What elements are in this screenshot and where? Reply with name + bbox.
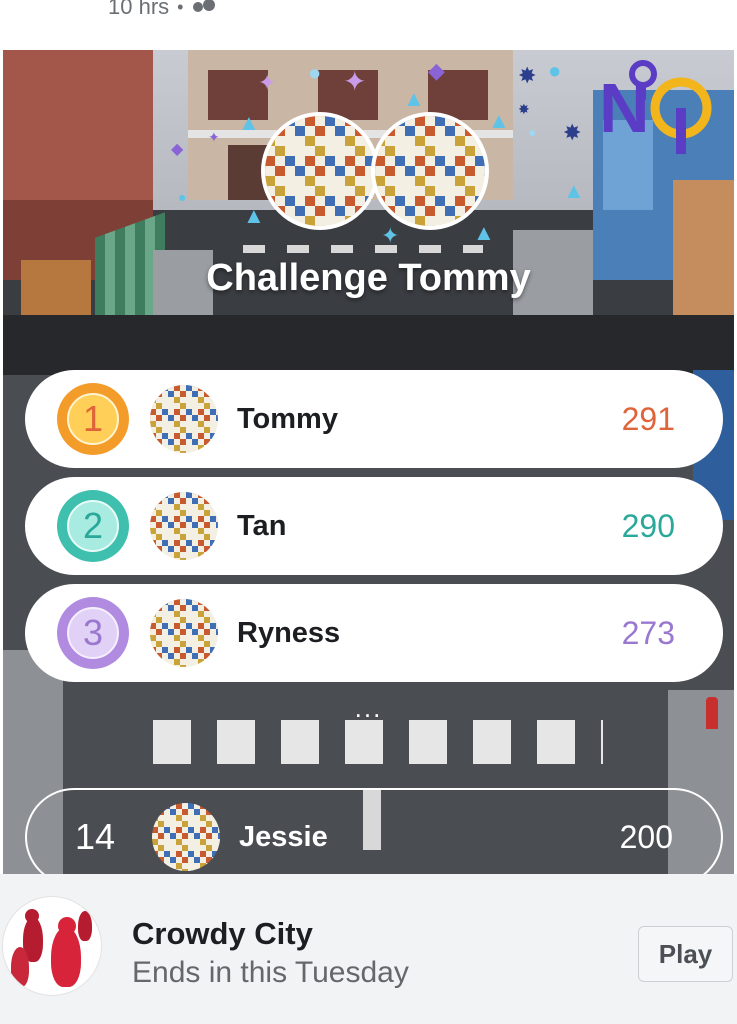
leaderboard-row[interactable]: 3 Ryness 273 [25, 584, 723, 682]
player-avatar [150, 385, 218, 453]
confetti-icon: ● [528, 124, 537, 140]
confetti-icon: ✦ [381, 223, 400, 248]
confetti-icon: ▲ [243, 203, 265, 228]
confetti-icon: ✦ [343, 66, 367, 97]
meta-separator: • [177, 0, 184, 17]
rank-medal-1: 1 [57, 383, 129, 455]
current-player-name: Jessie [239, 820, 328, 853]
confetti-icon: ✸ [518, 63, 537, 88]
more-ranks-ellipsis: ... [354, 693, 383, 723]
confetti-icon: ◆ [171, 141, 184, 158]
current-player-row[interactable]: 14 Jessie 200 [25, 788, 723, 874]
player-name: Tommy [237, 402, 338, 435]
confetti-icon: ▲ [488, 108, 510, 133]
current-player-avatar [152, 803, 220, 871]
leaderboard-row[interactable]: 2 Tan 290 [25, 477, 723, 575]
confetti-icon: ✦ [258, 70, 277, 95]
player-name: Tan [237, 509, 287, 542]
confetti-icon: ▲ [403, 86, 425, 111]
confetti-icon: ✸ [518, 101, 530, 117]
confetti-icon: ● [178, 189, 187, 205]
confetti-icon: ▲ [563, 178, 585, 203]
player-score: 291 [621, 400, 675, 437]
game-icon[interactable] [2, 896, 102, 996]
player-score: 273 [621, 614, 675, 651]
scene-crosswalk [153, 720, 603, 764]
opponent-avatar [371, 112, 489, 230]
confetti-icon: ✸ [563, 120, 582, 145]
player-avatar [150, 599, 218, 667]
player-avatar [150, 492, 218, 560]
current-player-rank: 14 [75, 816, 116, 857]
confetti-icon: ● [308, 60, 322, 85]
player-score: 290 [621, 507, 675, 544]
svg-text:N: N [599, 69, 650, 147]
rank-medal-2: 2 [57, 490, 129, 562]
rank-medal-3: 3 [57, 597, 129, 669]
game-footer: Crowdy City Ends in this Tuesday Play [0, 874, 737, 1024]
game-subtitle: Ends in this Tuesday [132, 956, 409, 989]
post-time[interactable]: 10 hrs [108, 0, 169, 20]
player-name: Ryness [237, 616, 341, 649]
post-meta: 10 hrs • [108, 0, 217, 20]
challenge-title: Challenge Tommy [206, 257, 531, 299]
confetti-icon: ✦ [208, 129, 220, 145]
confetti-icon: ● [548, 58, 562, 83]
scene-lane-marking [243, 245, 483, 253]
instant-game-post: 10 hrs • ✦ ● ✦ ◆ ▲ ✸ ✸ ✸ ● ▲ ✦ ◆ ● ▲ ✦ ▲… [0, 0, 737, 1024]
confetti-icon: ▲ [238, 110, 260, 135]
game-name[interactable]: Crowdy City [132, 916, 313, 952]
leaderboard-row[interactable]: 1 Tommy 291 [25, 370, 723, 468]
watermark-logo: N [599, 60, 712, 154]
confetti-icon: ◆ [428, 58, 445, 83]
current-player-score: 200 [619, 818, 673, 855]
challenger-avatar [261, 112, 379, 230]
friends-icon [191, 0, 217, 15]
game-banner[interactable]: ✦ ● ✦ ◆ ▲ ✸ ✸ ✸ ● ▲ ✦ ◆ ● ▲ ✦ ▲ ▲ ▲ ● Ch… [3, 50, 734, 874]
scene-overlay [3, 315, 734, 375]
play-button[interactable]: Play [638, 926, 733, 982]
